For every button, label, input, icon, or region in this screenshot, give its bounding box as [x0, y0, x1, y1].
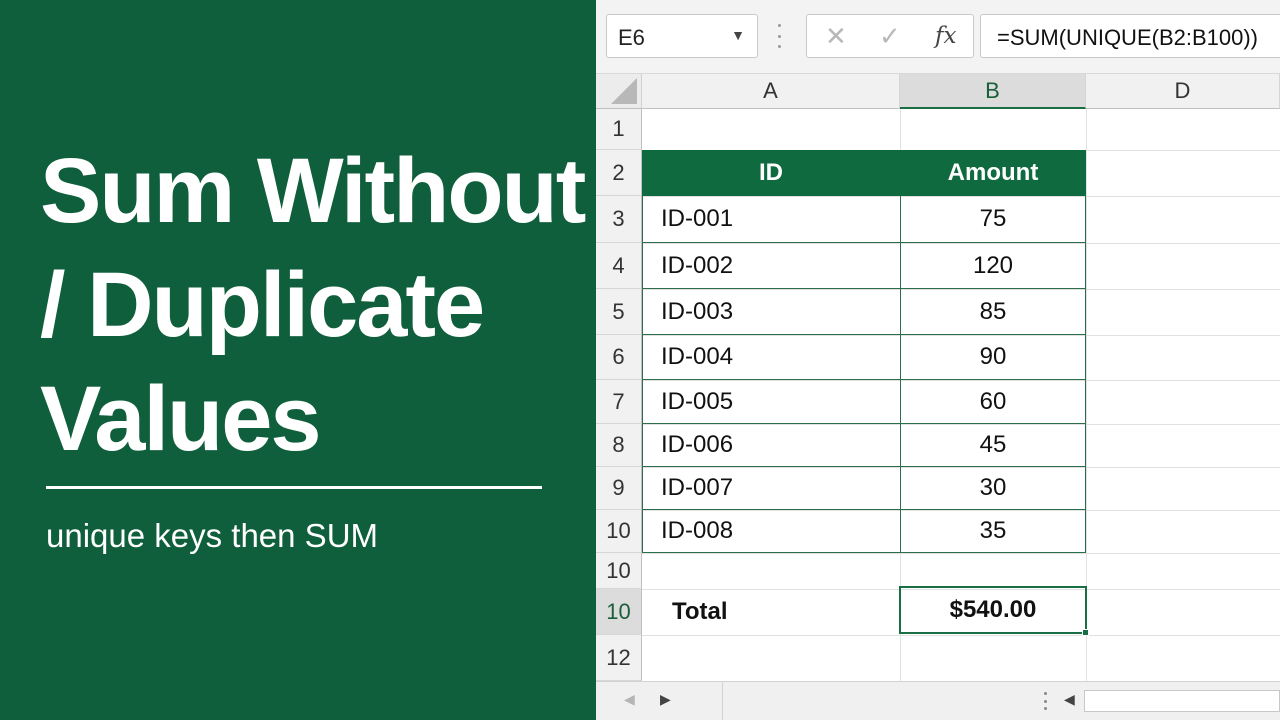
total-value-cell[interactable]: $540.00 [899, 586, 1087, 634]
banner-divider [46, 486, 542, 489]
sheet-navigation-bar: ◀ ▶ ◀ [596, 681, 1280, 720]
total-label[interactable]: Total [642, 589, 900, 635]
more-options-icon[interactable] [1042, 692, 1048, 710]
table-cell-amount[interactable]: 120 [900, 243, 1086, 289]
column-header-d[interactable]: D [1086, 74, 1280, 109]
formula-bar: E6 ▼ ✕ ✓ fx =SUM(UNIQUE(B2:B100)) [596, 0, 1280, 74]
banner-title-line-2: / Duplicate [40, 254, 485, 356]
close-icon[interactable]: ✕ [825, 21, 847, 52]
row-header[interactable]: 10 [596, 589, 642, 635]
table-cell-id[interactable]: ID-007 [642, 467, 900, 510]
chevron-right-icon[interactable]: ▶ [660, 691, 671, 708]
table-cell-amount[interactable]: 30 [900, 467, 1086, 510]
row-header[interactable]: 8 [596, 424, 642, 467]
select-all-corner[interactable] [596, 74, 642, 109]
row-header[interactable]: 6 [596, 335, 642, 380]
banner-title-line-1: Sum Without [40, 140, 586, 242]
table-cell-amount[interactable]: 45 [900, 424, 1086, 467]
chevron-left-icon[interactable]: ◀ [624, 691, 635, 708]
sheet-tabs-area [722, 682, 1042, 720]
table-cell-id[interactable]: ID-006 [642, 424, 900, 467]
table-cell-id[interactable]: ID-003 [642, 289, 900, 335]
row-header[interactable]: 9 [596, 467, 642, 510]
banner-title-line-3: Values [40, 368, 322, 470]
insert-function-icon[interactable]: fx [935, 23, 956, 49]
banner-subtitle: unique keys then SUM [46, 517, 379, 554]
row-header[interactable]: 5 [596, 289, 642, 335]
fill-handle[interactable] [1082, 629, 1089, 636]
formula-input[interactable]: =SUM(UNIQUE(B2:B100)) [980, 14, 1280, 58]
row-header[interactable]: 1 [596, 109, 642, 150]
table-cell-amount[interactable]: 75 [900, 196, 1086, 243]
table-cell-id[interactable]: ID-002 [642, 243, 900, 289]
table-cell-id[interactable]: ID-008 [642, 510, 900, 553]
check-icon[interactable]: ✓ [879, 21, 901, 52]
row-header[interactable]: 4 [596, 243, 642, 289]
title-banner: Sum Without / Duplicate Values unique ke… [0, 0, 596, 720]
row-header[interactable]: 10 [596, 510, 642, 553]
row-header[interactable]: 10 [596, 553, 642, 589]
column-header-b[interactable]: B [900, 74, 1086, 109]
table-cell-amount[interactable]: 85 [900, 289, 1086, 335]
name-box[interactable]: E6 ▼ [606, 14, 758, 58]
table-header-amount[interactable]: Amount [900, 150, 1086, 196]
row-header[interactable]: 12 [596, 635, 642, 681]
table-cell-id[interactable]: ID-004 [642, 335, 900, 380]
table-cell-amount[interactable]: 90 [900, 335, 1086, 380]
formula-text: =SUM(UNIQUE(B2:B100)) [997, 25, 1259, 50]
table-cell-id[interactable]: ID-001 [642, 196, 900, 243]
row-header[interactable]: 3 [596, 196, 642, 243]
row-header[interactable]: 7 [596, 380, 642, 424]
scroll-left-icon[interactable]: ◀ [1064, 691, 1075, 708]
table-cell-id[interactable]: ID-005 [642, 380, 900, 424]
table-cell-amount[interactable]: 60 [900, 380, 1086, 424]
more-options-icon[interactable] [776, 24, 782, 48]
name-box-value: E6 [618, 25, 645, 50]
formula-actions: ✕ ✓ fx [806, 14, 974, 58]
table-cell-amount[interactable]: 35 [900, 510, 1086, 553]
horizontal-scrollbar[interactable] [1084, 690, 1280, 712]
chevron-down-icon[interactable]: ▼ [731, 27, 745, 43]
banner-title: Sum Without / Duplicate Values [40, 134, 586, 476]
table-header-id[interactable]: ID [642, 150, 900, 196]
row-header[interactable]: 2 [596, 150, 642, 196]
column-header-a[interactable]: A [642, 74, 900, 109]
spreadsheet-panel: E6 ▼ ✕ ✓ fx =SUM(UNIQUE(B2:B100)) A B D … [596, 0, 1280, 720]
